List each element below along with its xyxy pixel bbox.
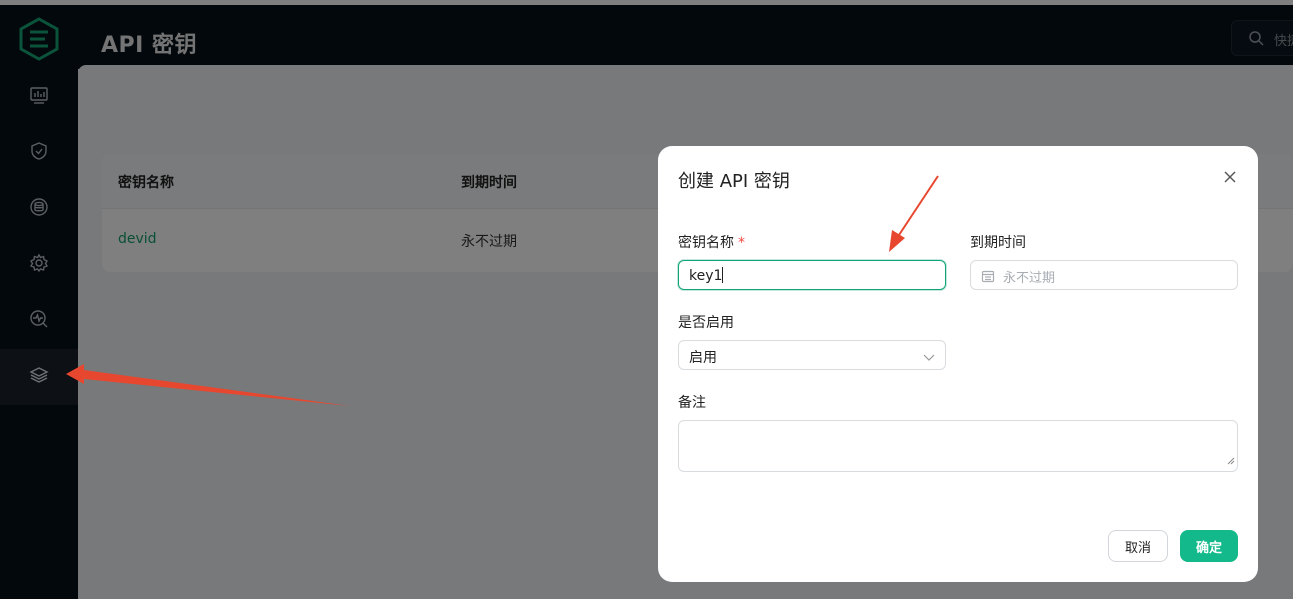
key-name-value: key1 xyxy=(689,268,723,284)
close-icon[interactable] xyxy=(1223,169,1237,183)
required-mark: * xyxy=(738,235,745,251)
create-api-key-dialog: 创建 API 密钥 密钥名称 * key1 到期时间 永不过期 是否启用 启用 备… xyxy=(658,146,1258,582)
text-cursor xyxy=(722,267,724,283)
expiry-date-picker[interactable]: 永不过期 xyxy=(970,260,1238,290)
enabled-label: 是否启用 xyxy=(678,315,734,331)
resize-handle-icon[interactable] xyxy=(1227,453,1235,469)
enabled-select-value: 启用 xyxy=(689,350,717,366)
key-name-label: 密钥名称 * xyxy=(678,235,745,251)
confirm-button[interactable]: 确定 xyxy=(1180,530,1238,562)
remark-label: 备注 xyxy=(678,395,706,411)
dialog-title: 创建 API 密钥 xyxy=(678,171,790,192)
remark-textarea[interactable] xyxy=(678,420,1238,472)
calendar-icon xyxy=(981,269,995,287)
enabled-select[interactable]: 启用 xyxy=(678,340,946,370)
expiry-label: 到期时间 xyxy=(970,235,1026,251)
cancel-button[interactable]: 取消 xyxy=(1108,530,1168,562)
key-name-input[interactable]: key1 xyxy=(678,260,946,290)
chevron-down-icon xyxy=(923,350,935,366)
expiry-placeholder: 永不过期 xyxy=(1003,271,1056,286)
